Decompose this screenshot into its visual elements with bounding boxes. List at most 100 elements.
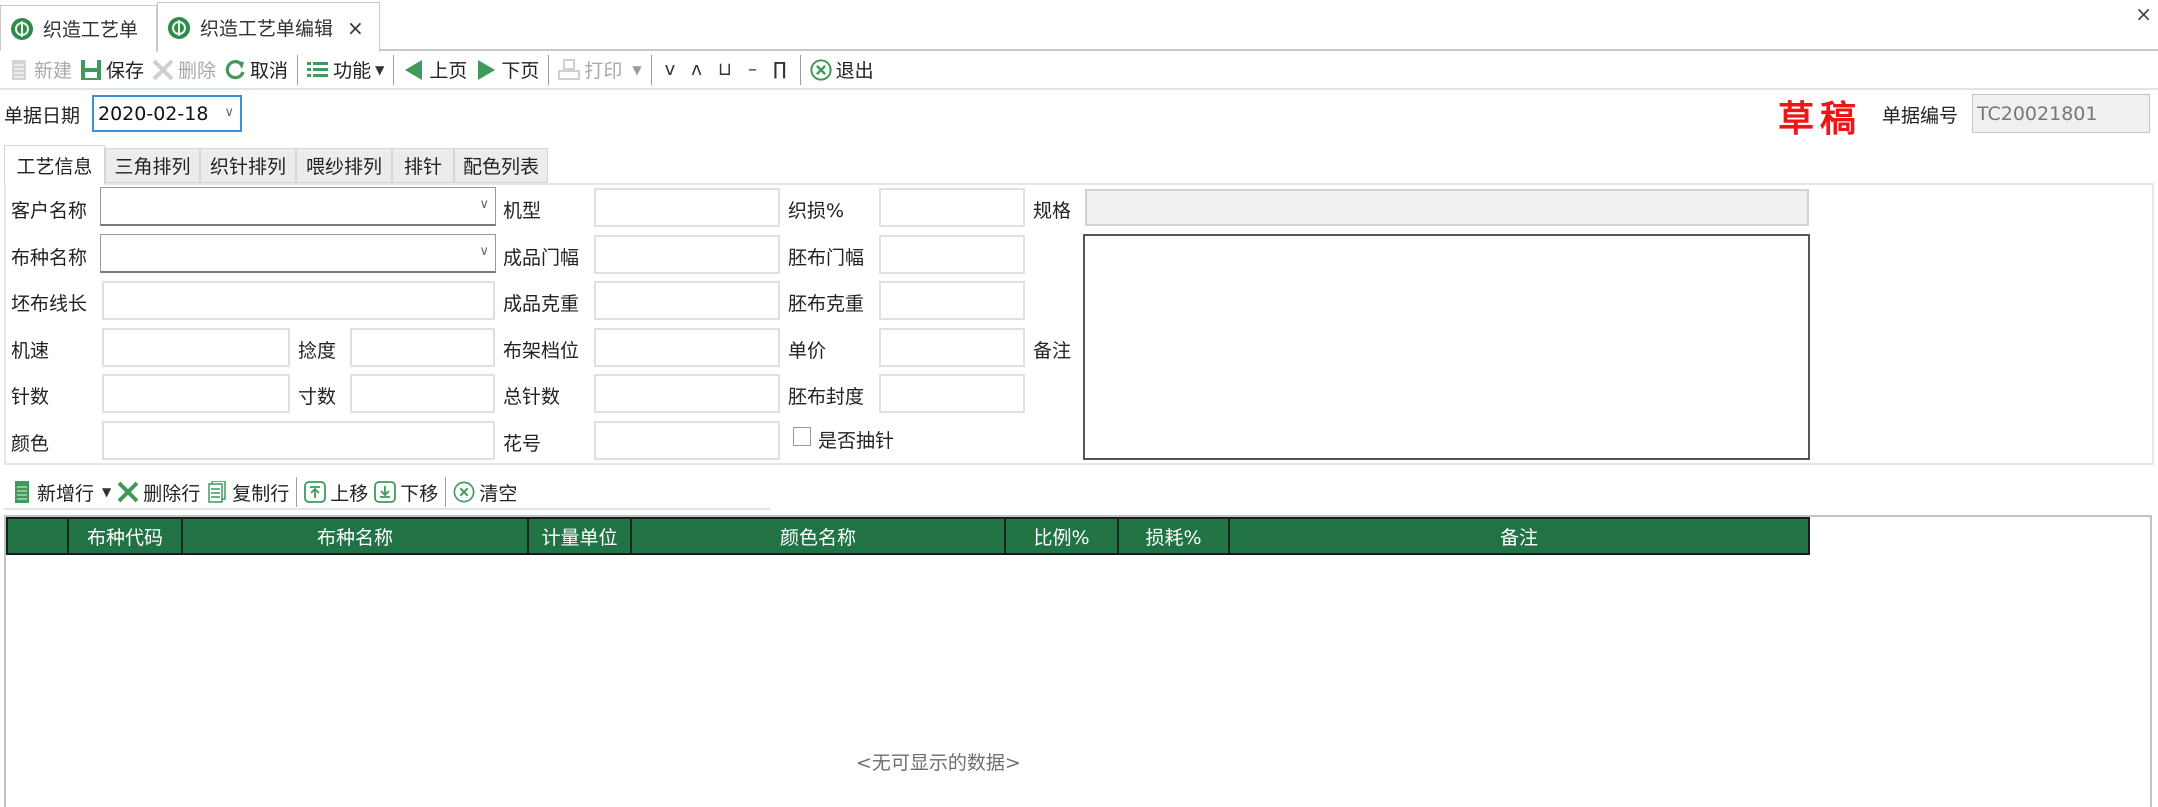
delete-x-icon	[152, 59, 174, 81]
column-header-color-name[interactable]: 颜色名称	[632, 519, 1006, 553]
chevron-down-icon[interactable]: ∨	[479, 197, 489, 212]
align-bottom-button[interactable]: ⊔	[710, 59, 740, 80]
column-header-unit[interactable]: 计量单位	[529, 519, 632, 553]
status-stamp: 草稿	[1778, 98, 1863, 140]
chevron-down-icon[interactable]: ∨	[224, 105, 234, 120]
previous-page-button[interactable]: 上页	[399, 54, 471, 86]
move-up-label: 上移	[330, 482, 369, 505]
toolbar-separator	[650, 54, 652, 85]
clear-button[interactable]: 清空	[450, 477, 520, 507]
needle-count-input[interactable]	[102, 374, 290, 413]
delete-button[interactable]: 删除	[148, 54, 220, 86]
delete-row-label: 删除行	[143, 482, 201, 505]
fabric-name-label: 布种名称	[11, 247, 88, 269]
weaving-loss-input[interactable]	[879, 188, 1025, 227]
machine-speed-input[interactable]	[102, 328, 290, 367]
rack-position-label: 布架档位	[503, 340, 580, 362]
collapse-up-button[interactable]: ʌ	[683, 59, 710, 80]
machine-type-input[interactable]	[594, 188, 780, 227]
circle-x-icon	[809, 58, 832, 81]
greige-weight-label: 胚布克重	[788, 293, 865, 315]
move-down-button[interactable]: 下移	[371, 477, 441, 507]
toolbar-separator	[296, 477, 298, 507]
doc-no-field[interactable]: TC20021801	[1972, 94, 2150, 133]
caret-down-icon[interactable]: ▼	[102, 485, 111, 499]
remark-textarea[interactable]	[1083, 234, 1810, 460]
finished-width-input[interactable]	[594, 235, 780, 274]
grid-header: 布种代码 布种名称 计量单位 颜色名称 比例% 损耗% 备注	[6, 517, 1810, 555]
doc-tab-label: 织造工艺单	[43, 19, 139, 41]
fabric-name-combobox[interactable]: ∨	[100, 234, 496, 273]
save-button[interactable]: 保存	[76, 54, 148, 86]
delete-x-icon	[117, 481, 139, 503]
column-header-fabric-code[interactable]: 布种代码	[69, 519, 183, 553]
greige-width-input[interactable]	[879, 235, 1025, 274]
functions-label: 功能	[333, 60, 372, 82]
unit-price-label: 单价	[788, 340, 827, 362]
exit-button[interactable]: 退出	[806, 54, 878, 86]
doc-date-picker[interactable]: 2020-02-18 ∨	[92, 95, 242, 132]
color-input[interactable]	[102, 421, 495, 460]
align-top-button[interactable]: ∏	[765, 59, 795, 80]
customer-name-combobox[interactable]: ∨	[100, 187, 496, 226]
arrow-up-box-icon	[304, 481, 327, 503]
customer-name-label: 客户名称	[11, 200, 88, 222]
functions-menu-button[interactable]: 功能 ▼	[303, 54, 388, 86]
minimize-button[interactable]: –	[740, 59, 765, 80]
next-page-button[interactable]: 下页	[471, 54, 543, 86]
triangle-left-icon	[403, 59, 425, 81]
needle-draw-checkbox[interactable]	[793, 427, 811, 446]
arrow-down-box-icon	[374, 481, 397, 503]
tab-needle-setting[interactable]: 排针	[392, 148, 454, 183]
gauge-input[interactable]	[350, 374, 495, 413]
close-tab-icon[interactable]: ×	[347, 16, 364, 40]
collapse-down-button[interactable]: v	[657, 59, 684, 80]
column-header-loss[interactable]: 损耗%	[1119, 519, 1230, 553]
remark-label: 备注	[1033, 340, 1072, 362]
column-header-fabric-name[interactable]: 布种名称	[183, 519, 529, 553]
clear-label: 清空	[479, 482, 518, 505]
tab-yarn-feed-arrangement[interactable]: 喂纱排列	[296, 148, 392, 183]
machine-speed-label: 机速	[11, 340, 50, 362]
greige-yarn-length-input[interactable]	[102, 281, 495, 320]
circle-x-icon	[453, 481, 475, 503]
exit-label: 退出	[835, 60, 874, 82]
doc-tab-craft-edit[interactable]: 织造工艺单编辑 ×	[157, 2, 380, 52]
weaving-loss-label: 织损%	[788, 200, 845, 222]
chevron-down-icon[interactable]: ∨	[479, 244, 489, 259]
column-header-remark[interactable]: 备注	[1230, 519, 1808, 553]
copy-row-button[interactable]: 复制行	[203, 477, 292, 507]
unit-price-input[interactable]	[879, 328, 1025, 367]
greige-density-input[interactable]	[879, 374, 1025, 413]
doc-tab-craft-list[interactable]: 织造工艺单	[0, 5, 157, 51]
add-row-button[interactable]: 新增行 ▼	[8, 477, 114, 507]
tab-needle-arrangement[interactable]: 织针排列	[200, 148, 296, 183]
spec-field[interactable]	[1085, 189, 1809, 226]
greige-weight-input[interactable]	[879, 281, 1025, 320]
total-needles-input[interactable]	[594, 374, 780, 413]
twist-input[interactable]	[350, 328, 495, 367]
delete-row-button[interactable]: 删除行	[114, 477, 203, 507]
tab-craft-info[interactable]: 工艺信息	[4, 145, 105, 185]
rack-position-input[interactable]	[594, 328, 780, 367]
refresh-icon	[224, 59, 246, 81]
tab-color-list[interactable]: 配色列表	[454, 148, 548, 183]
triangle-right-icon	[475, 59, 497, 81]
tab-cam-arrangement[interactable]: 三角排列	[105, 148, 200, 183]
column-header-ratio[interactable]: 比例%	[1006, 519, 1119, 553]
new-button[interactable]: 新建	[4, 54, 76, 86]
window-close-icon[interactable]: ×	[2135, 2, 2152, 26]
finished-weight-input[interactable]	[594, 281, 780, 320]
new-document-icon	[8, 59, 30, 81]
print-button[interactable]: 打印 ▼	[554, 54, 645, 86]
gauge-label: 寸数	[298, 386, 337, 408]
doc-date-label: 单据日期	[4, 105, 81, 127]
save-icon	[80, 59, 102, 81]
column-header-row-indicator[interactable]	[8, 519, 69, 553]
pattern-no-input[interactable]	[594, 421, 780, 460]
cancel-button[interactable]: 取消	[220, 54, 292, 86]
move-up-button[interactable]: 上移	[301, 477, 371, 507]
doc-no-label: 单据编号	[1882, 105, 1959, 127]
fabric-detail-grid[interactable]: 布种代码 布种名称 计量单位 颜色名称 比例% 损耗% 备注 <无可显示的数据>	[4, 515, 2152, 807]
grid-empty-message: <无可显示的数据>	[856, 752, 1021, 774]
